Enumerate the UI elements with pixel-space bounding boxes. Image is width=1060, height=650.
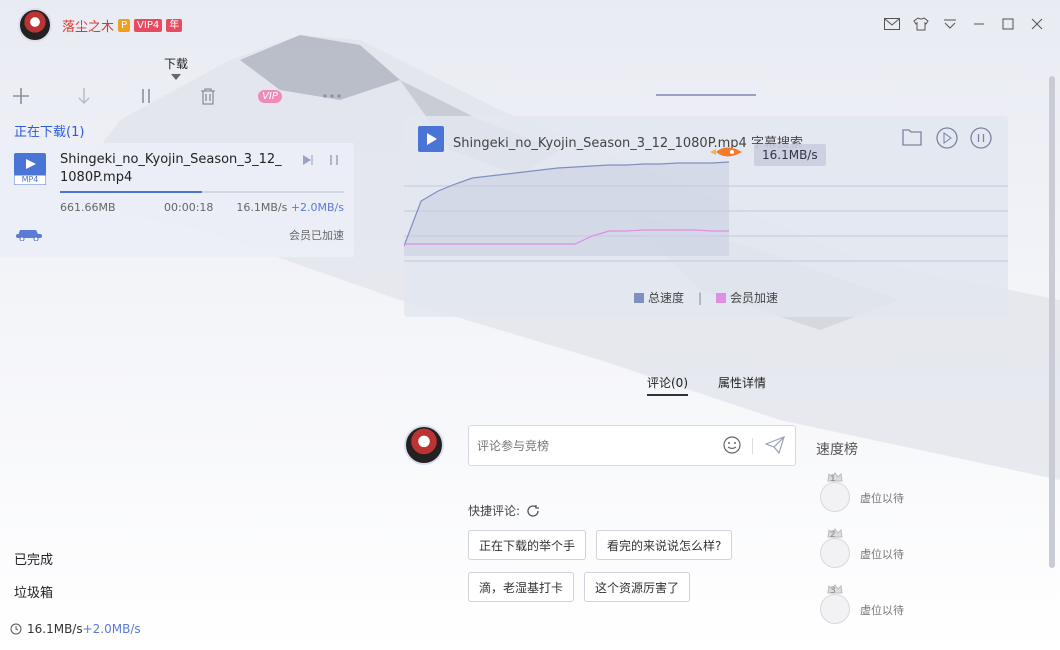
close-icon[interactable] [1025, 12, 1049, 36]
item-pause-icon[interactable] [328, 153, 340, 170]
ranking-item: 3 虚位以待 [820, 584, 930, 624]
badge-vip-level: VIP4 [134, 19, 163, 32]
quick-comment-row-1: 正在下载的举个手 看完的来说说怎么样? [468, 530, 733, 560]
current-speed-tag: 16.1MB/s [754, 144, 826, 166]
quick-comment-header: 快捷评论: [468, 502, 540, 519]
rank-number: 3 [830, 586, 836, 596]
rank-text: 虚位以待 [860, 548, 904, 561]
comment-input-box [468, 425, 796, 466]
menu-icon[interactable] [938, 12, 962, 36]
commenter-avatar [404, 425, 444, 465]
quick-comment-option[interactable]: 正在下载的举个手 [468, 530, 587, 560]
badge-year: 年 [166, 19, 183, 32]
sidebar-item-trash[interactable]: 垃圾箱 [14, 582, 53, 601]
rank-text: 虚位以待 [860, 492, 904, 505]
quick-comment-option[interactable]: 看完的来说说怎么样? [596, 530, 733, 560]
download-file-name[interactable]: Shingeki_no_Kyojin_Season_3_12_1080P.mp4 [60, 151, 282, 187]
vip-icon[interactable]: VIP [257, 83, 283, 109]
legend-swatch-boost [716, 292, 727, 303]
quick-comment-option[interactable]: 这个资源厉害了 [584, 572, 691, 602]
detail-tabs: 评论(0) 属性详情 [647, 374, 766, 396]
user-info[interactable]: 落尘之木 P VIP4 年 [62, 16, 183, 35]
download-item[interactable]: MP4 Shingeki_no_Kyojin_Season_3_12_1080P… [0, 143, 354, 257]
user-avatar[interactable] [18, 8, 52, 42]
rank-avatar-icon [820, 594, 850, 624]
mail-icon[interactable] [880, 12, 904, 36]
more-icon[interactable] [319, 83, 345, 109]
detail-tab-indicator [656, 94, 756, 96]
tab-comments[interactable]: 评论(0) [647, 374, 688, 396]
tab-properties[interactable]: 属性详情 [718, 374, 766, 396]
series-area-total [404, 162, 729, 256]
rank-avatar-icon [820, 482, 850, 512]
download-time: 00:00:18 [164, 201, 214, 214]
accelerate-icon [14, 225, 46, 244]
legend-swatch-total [633, 292, 644, 303]
tab-indicator-icon [171, 74, 181, 80]
speed-chart-panel: Shingeki_no_Kyojin_Season_3_12_1080P.mp4… [404, 116, 1008, 317]
refresh-icon[interactable] [526, 504, 540, 518]
downloading-section-title[interactable]: 正在下载(1) [14, 121, 84, 140]
play-icon[interactable] [300, 153, 314, 170]
progress-fill [60, 191, 202, 193]
progress-track [60, 191, 344, 193]
delete-icon[interactable] [195, 83, 221, 109]
tab-download[interactable]: 下载 [164, 55, 188, 80]
chart-legend: 总速度 | 会员加速 [404, 289, 1008, 306]
pause-icon[interactable] [133, 83, 159, 109]
badge-p: P [118, 19, 131, 32]
sidebar-item-completed[interactable]: 已完成 [14, 549, 53, 568]
ranking-title: 速度榜 [816, 442, 858, 458]
rank-number: 1 [830, 474, 836, 484]
start-download-icon[interactable] [71, 83, 97, 109]
legend-member-boost: 会员加速 [716, 289, 778, 306]
tab-download-label: 下载 [164, 57, 189, 71]
video-file-icon: MP4 [13, 153, 47, 186]
legend-total-speed: 总速度 [633, 289, 684, 306]
status-bar: 16.1MB/s+2.0MB/s [10, 622, 141, 636]
username[interactable]: 落尘之木 [62, 16, 114, 35]
toolbar: VIP [8, 83, 345, 109]
maximize-icon[interactable] [996, 12, 1020, 36]
rank-avatar-icon [820, 538, 850, 568]
status-speed: 16.1MB/s [27, 622, 83, 636]
rank-number: 2 [830, 530, 836, 540]
input-divider [752, 438, 753, 454]
skin-icon[interactable] [909, 12, 933, 36]
scrollbar[interactable] [1049, 76, 1055, 568]
quick-comment-label: 快捷评论: [468, 504, 521, 518]
download-speed: 16.1MB/s +2.0MB/s [236, 201, 344, 214]
ranking-item: 1 虚位以待 [820, 472, 930, 512]
comment-input[interactable] [477, 436, 707, 456]
rank-text: 虚位以待 [860, 604, 904, 617]
speed-chart [404, 161, 1008, 262]
clock-icon [10, 623, 22, 635]
download-size: 661.66MB [60, 201, 116, 214]
rocket-icon [710, 144, 746, 163]
window-controls [880, 12, 1049, 36]
member-accelerated: 会员已加速 [289, 229, 344, 242]
quick-comment-row-2: 滴，老湿基打卡 这个资源厉害了 [468, 572, 691, 602]
quick-comment-option[interactable]: 滴，老湿基打卡 [468, 572, 575, 602]
send-icon[interactable] [764, 435, 785, 457]
emoji-icon[interactable] [723, 436, 741, 457]
ranking-item: 2 虚位以待 [820, 528, 930, 568]
add-icon[interactable] [8, 83, 34, 109]
status-boost: +2.0MB/s [82, 622, 141, 636]
minimize-icon[interactable] [967, 12, 991, 36]
